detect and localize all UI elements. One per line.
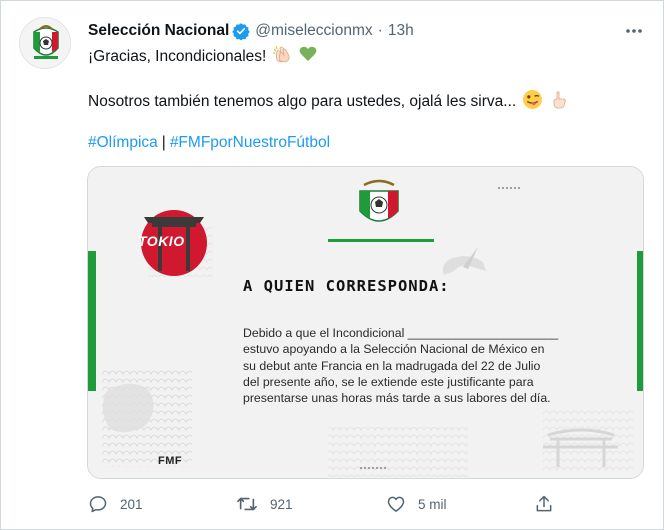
like-button[interactable]: 5 mil xyxy=(386,492,447,516)
reply-button[interactable]: 201 xyxy=(88,492,143,516)
timestamp[interactable]: 13h xyxy=(388,22,414,40)
card-body-line: estuvo apoyando a la Selección Nacional … xyxy=(243,342,545,357)
like-count: 5 mil xyxy=(418,496,447,512)
winking-tongue-emoji xyxy=(522,89,543,115)
handle[interactable]: @miseleccionmx xyxy=(255,22,372,40)
fmf-logo: FMF xyxy=(158,455,183,467)
tweet-image[interactable]: TOKIO A QUIEN CORRESPONDA: Debido a que … xyxy=(87,166,644,479)
avatar[interactable] xyxy=(19,17,71,69)
hashtag-fmf[interactable]: #FMFporNuestroFútbol xyxy=(170,134,330,151)
tweet-text-gracias: ¡Gracias, Incondicionales! xyxy=(88,47,267,65)
hashtag-separator: | xyxy=(161,134,166,151)
card-body-line: su debut ante Francia en la madrugada de… xyxy=(243,358,541,373)
card-body-line: del presente año, se le extiende este ju… xyxy=(243,374,534,389)
retweet-button[interactable]: 921 xyxy=(236,492,293,516)
action-bar: 201 921 5 mil xyxy=(88,492,568,516)
card-title: A QUIEN CORRESPONDA: xyxy=(243,277,450,295)
crest-icon xyxy=(20,18,70,68)
share-button[interactable] xyxy=(534,492,566,516)
pointing-hand-emoji xyxy=(549,90,569,115)
more-icon[interactable] xyxy=(622,20,646,42)
retweet-icon xyxy=(237,497,257,511)
like-icon xyxy=(387,496,405,512)
display-name[interactable]: Selección Nacional xyxy=(88,22,229,40)
justificante-graphic xyxy=(88,167,643,478)
verified-badge-icon xyxy=(232,22,250,40)
card-body-line: Debido a que el Incondicional __________… xyxy=(243,326,559,340)
reply-count: 201 xyxy=(120,496,143,512)
green-heart-emoji xyxy=(298,44,318,69)
tweet-text-nosotros: Nosotros también tenemos algo para usted… xyxy=(88,93,517,110)
share-icon xyxy=(536,495,552,512)
tweet-text-line-2: Nosotros también tenemos algo para usted… xyxy=(88,89,569,115)
reply-icon xyxy=(89,496,107,513)
retweet-count: 921 xyxy=(270,496,293,512)
tweet-text-line-1: ¡Gracias, Incondicionales! xyxy=(88,44,318,69)
clapping-hands-emoji xyxy=(272,44,292,69)
tweet-header: Selección Nacional @miseleccionmx · 13h xyxy=(88,20,414,42)
hashtag-olimpica[interactable]: #Olímpica xyxy=(88,134,158,151)
separator-dot: · xyxy=(377,22,383,39)
tokio-label: TOKIO xyxy=(138,233,185,249)
card-body-line: presentarse unas horas más tarde a sus l… xyxy=(243,391,551,406)
hashtags: #Olímpica | #FMFporNuestroFútbol xyxy=(88,134,330,152)
card-body: Debido a que el Incondicional __________… xyxy=(243,325,623,406)
